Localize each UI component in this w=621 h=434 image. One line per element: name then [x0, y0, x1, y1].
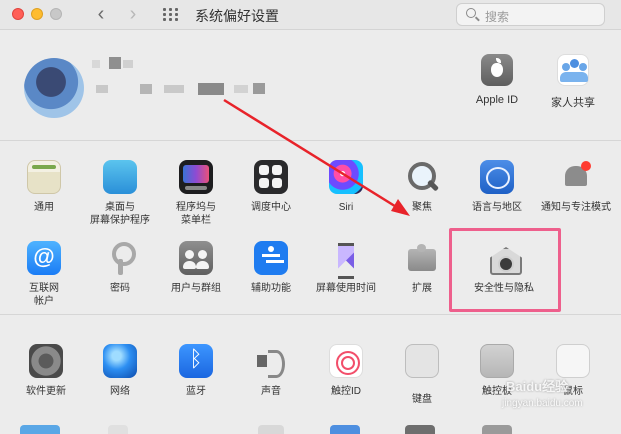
- pref-bluetooth[interactable]: 蓝牙: [156, 344, 236, 398]
- pref-label: 软件更新: [26, 386, 66, 397]
- pref-mission-control[interactable]: 调度中心: [231, 160, 311, 214]
- pref-label: 屏幕使用时间: [316, 283, 376, 294]
- pref-internet-accounts[interactable]: 互联网 帐户: [4, 241, 84, 308]
- title-bar: ‹ › 系统偏好设置 搜索: [0, 0, 621, 30]
- pref-label: 辅助功能: [251, 283, 291, 294]
- pref-label: 互联网 帐户: [29, 283, 59, 307]
- mission-control-icon: [254, 160, 288, 194]
- blurred-username: [92, 60, 100, 68]
- partial-pref-icon: [482, 425, 512, 434]
- globe-flag-icon: [480, 160, 514, 194]
- apple-logo-icon: [481, 54, 513, 86]
- magnifier-icon: [405, 160, 439, 194]
- pref-label: 程序坞与 菜单栏: [176, 202, 216, 226]
- pref-label: 网络: [110, 386, 130, 397]
- pref-accessibility[interactable]: 辅助功能: [231, 241, 311, 295]
- pref-label: 密码: [110, 283, 130, 294]
- pref-family-sharing[interactable]: 家人共享: [538, 54, 608, 110]
- desktop-icon: [103, 160, 137, 194]
- show-all-grid-icon[interactable]: [163, 8, 179, 22]
- pref-label: 声音: [261, 386, 281, 397]
- siri-icon: [329, 160, 363, 194]
- blurred-account-info: [198, 83, 224, 95]
- blurred-account-info: [253, 83, 265, 94]
- trackpad-icon: [480, 344, 514, 378]
- account-section: Apple ID 家人共享: [0, 31, 621, 141]
- back-button[interactable]: ‹: [90, 2, 112, 26]
- preferences-grid-hardware: 软件更新 网络 蓝牙 声音 触控ID 键盘 触控板 鼠标: [0, 316, 621, 434]
- pref-label: 通用: [34, 202, 54, 213]
- pref-label: 语言与地区: [472, 202, 522, 213]
- blurred-account-info: [164, 85, 184, 93]
- pref-label: 调度中心: [251, 202, 291, 213]
- pref-dock-menubar[interactable]: 程序坞与 菜单栏: [156, 160, 236, 227]
- globe-icon: [103, 344, 137, 378]
- bell-icon: [559, 160, 593, 194]
- pref-label: Apple ID: [475, 94, 519, 106]
- pref-software-update[interactable]: 软件更新: [6, 344, 86, 398]
- pref-apple-id[interactable]: Apple ID: [462, 54, 532, 106]
- blurred-account-info: [140, 84, 152, 94]
- at-sign-icon: [27, 241, 61, 275]
- pref-desktop-screensaver[interactable]: 桌面与 屏幕保护程序: [80, 160, 160, 227]
- user-avatar[interactable]: [24, 58, 84, 118]
- pref-label: 触控ID: [331, 386, 361, 397]
- mouse-icon: [556, 344, 590, 378]
- speaker-icon: [254, 344, 288, 378]
- dock-icon: [179, 160, 213, 194]
- watermark-url: jingyan.baidu.com: [502, 398, 583, 409]
- pref-touch-id[interactable]: 触控ID: [306, 344, 386, 398]
- bluetooth-icon: [179, 344, 213, 378]
- puzzle-piece-icon: [405, 241, 439, 275]
- pref-general[interactable]: 通用: [4, 160, 84, 214]
- pref-spotlight[interactable]: 聚焦: [382, 160, 462, 214]
- annotation-highlight-box: [449, 228, 561, 312]
- window-title: 系统偏好设置: [195, 8, 279, 24]
- partial-pref-icon: [258, 425, 284, 434]
- blurred-account-info: [234, 85, 248, 93]
- pref-label: 家人共享: [551, 97, 595, 109]
- pref-label: 用户与群组: [171, 283, 221, 294]
- search-input[interactable]: 搜索: [456, 3, 605, 26]
- pref-users-groups[interactable]: 用户与群组: [156, 241, 236, 295]
- partial-pref-icon: [405, 425, 435, 434]
- pref-sound[interactable]: 声音: [231, 344, 311, 398]
- accessibility-icon: [254, 241, 288, 275]
- zoom-window-button[interactable]: [50, 8, 62, 20]
- blurred-username: [109, 57, 121, 69]
- pref-siri[interactable]: Siri: [306, 160, 386, 214]
- minimize-window-button[interactable]: [31, 8, 43, 20]
- blurred-account-info: [96, 85, 108, 93]
- search-placeholder: 搜索: [485, 10, 510, 24]
- partial-pref-icon: [330, 425, 360, 434]
- pref-passwords[interactable]: 密码: [80, 241, 160, 295]
- pref-keyboard[interactable]: 键盘: [382, 344, 462, 406]
- close-window-button[interactable]: [12, 8, 24, 20]
- pref-label: 蓝牙: [186, 386, 206, 397]
- pref-label: 桌面与 屏幕保护程序: [90, 202, 150, 226]
- pref-label: 通知与专注模式: [541, 202, 611, 213]
- partial-pref-icon: [108, 425, 128, 434]
- forward-button[interactable]: ›: [122, 2, 144, 26]
- keyboard-icon: [405, 344, 439, 378]
- pref-label: Siri: [338, 202, 354, 213]
- partial-pref-icon: [20, 425, 60, 434]
- pref-language-region[interactable]: 语言与地区: [457, 160, 537, 214]
- pref-notifications-focus[interactable]: 通知与专注模式: [533, 160, 619, 214]
- users-icon: [179, 241, 213, 275]
- hourglass-icon: [329, 241, 363, 279]
- gear-update-icon: [29, 344, 63, 378]
- key-icon: [103, 241, 137, 275]
- family-icon: [557, 54, 589, 86]
- pref-network[interactable]: 网络: [80, 344, 160, 398]
- pref-screen-time[interactable]: 屏幕使用时间: [306, 241, 386, 295]
- general-icon: [27, 160, 61, 194]
- blurred-username: [123, 60, 133, 68]
- pref-label: 聚焦: [412, 202, 432, 213]
- pref-label: 键盘: [412, 394, 432, 405]
- search-icon: [466, 8, 476, 18]
- fingerprint-icon: [329, 344, 363, 378]
